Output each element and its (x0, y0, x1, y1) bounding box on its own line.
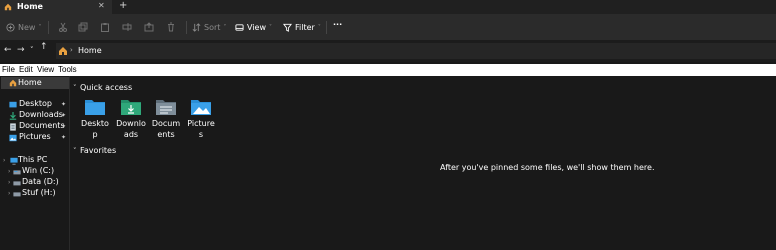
chevron-down-icon[interactable]: ˅ (73, 147, 77, 155)
drive-icon (13, 170, 21, 175)
tab-title: Home (17, 2, 43, 11)
share-icon[interactable] (144, 22, 154, 32)
title-bar: Home ✕ + (0, 0, 776, 14)
copy-icon[interactable] (78, 22, 88, 32)
filter-icon (283, 23, 292, 32)
downloads-folder-icon (121, 100, 141, 115)
folder-label: Pictures (187, 119, 215, 139)
menu-view[interactable]: View (37, 65, 54, 74)
toolbar-divider (326, 21, 327, 34)
sidebar-item-label: Stuf (H:) (22, 188, 56, 197)
chevron-down-icon: ˅ (268, 24, 272, 31)
favorites-empty-message: After you've pinned some files, we'll sh… (440, 163, 655, 172)
chevron-right-icon: › (8, 168, 11, 175)
sidebar-item-label: Downloads (19, 110, 63, 119)
plus-circle-icon (6, 23, 15, 32)
chevron-down-icon: ˅ (317, 24, 321, 31)
chevron-right-icon: › (8, 190, 11, 197)
paste-icon[interactable] (100, 22, 110, 32)
delete-icon[interactable] (166, 22, 176, 32)
documents-icon (10, 123, 16, 131)
folder-desktop[interactable]: Desktop (80, 98, 110, 140)
breadcrumb-chevron-icon: › (70, 46, 73, 54)
more-options-button[interactable]: ··· (333, 20, 342, 29)
documents-folder-icon (156, 100, 176, 115)
pin-icon: ✦ (61, 112, 67, 119)
favorites-header[interactable]: Favorites (80, 146, 116, 155)
navigation-pane: Home Desktop ✦ Downloads ✦ Documents ✦ P… (0, 76, 70, 250)
address-bar[interactable]: › Home (56, 43, 776, 59)
new-button[interactable]: New ˅ (6, 23, 41, 32)
sidebar-item-label: Pictures (19, 132, 51, 141)
new-label: New (18, 23, 36, 32)
cut-icon[interactable] (58, 22, 68, 32)
sidebar-item-label: Win (C:) (22, 166, 55, 175)
folder-label: Downloads (116, 119, 146, 139)
pin-icon: ✦ (61, 101, 67, 108)
menu-tools[interactable]: Tools (58, 65, 77, 74)
toolbar-divider (186, 21, 187, 34)
chevron-down-icon: ˅ (38, 24, 42, 31)
folder-downloads[interactable]: Downloads (116, 98, 146, 140)
pin-icon: ✦ (61, 123, 67, 130)
menu-edit[interactable]: Edit (19, 65, 33, 74)
sort-label: Sort (204, 23, 221, 32)
folder-pictures[interactable]: Pictures (186, 98, 216, 140)
chevron-down-icon: ˅ (223, 24, 227, 31)
sidebar-item-label: This PC (18, 155, 48, 164)
recent-locations-button[interactable]: ˅ (30, 46, 34, 54)
folder-label: Documents (151, 119, 181, 139)
drive-icon (13, 181, 21, 186)
command-bar: New ˅ Sort ˅ View ˅ Filter ˅ ··· (0, 14, 776, 40)
drive-icon (13, 192, 21, 197)
sidebar-item-label: Desktop (19, 99, 52, 108)
navigation-row: ← → ˅ ↑ › Home (0, 40, 776, 62)
home-icon (59, 47, 67, 55)
chevron-right-icon: › (3, 157, 6, 164)
folder-documents[interactable]: Documents (151, 98, 181, 140)
rename-icon[interactable] (122, 22, 132, 32)
sidebar-item-home[interactable]: Home (1, 77, 69, 89)
pictures-folder-icon (191, 100, 211, 115)
folder-label: Desktop (81, 119, 109, 139)
desktop-folder-icon (85, 100, 105, 115)
pin-icon: ✦ (61, 134, 67, 141)
tab-home[interactable]: Home ✕ (0, 0, 112, 14)
menu-bar: File Edit View Tools (0, 64, 776, 76)
pictures-icon (9, 134, 17, 142)
view-button[interactable]: View ˅ (235, 23, 272, 32)
view-icon (235, 24, 244, 31)
computer-icon (10, 157, 18, 165)
sort-button[interactable]: Sort ˅ (192, 23, 226, 32)
toolbar-divider (48, 21, 49, 34)
close-tab-icon[interactable]: ✕ (98, 1, 105, 10)
breadcrumb-home[interactable]: Home (78, 46, 102, 55)
sidebar-item-label: Home (18, 78, 42, 87)
back-button[interactable]: ← (4, 45, 12, 55)
desktop-icon (9, 101, 17, 108)
home-icon (4, 3, 12, 11)
view-label: View (247, 23, 266, 32)
home-icon (9, 79, 17, 87)
forward-button[interactable]: → (17, 45, 25, 55)
menu-file[interactable]: File (2, 65, 15, 74)
sidebar-item-label: Data (D:) (22, 177, 59, 186)
new-tab-button[interactable]: + (119, 0, 127, 11)
sort-icon (192, 23, 201, 32)
filter-button[interactable]: Filter ˅ (283, 23, 321, 32)
up-button[interactable]: ↑ (40, 42, 48, 52)
chevron-right-icon: › (8, 179, 11, 186)
sidebar-item-label: Documents (19, 121, 65, 130)
downloads-icon (9, 112, 17, 120)
quick-access-header[interactable]: Quick access (80, 83, 132, 92)
chevron-down-icon[interactable]: ˅ (73, 84, 77, 92)
filter-label: Filter (295, 23, 315, 32)
